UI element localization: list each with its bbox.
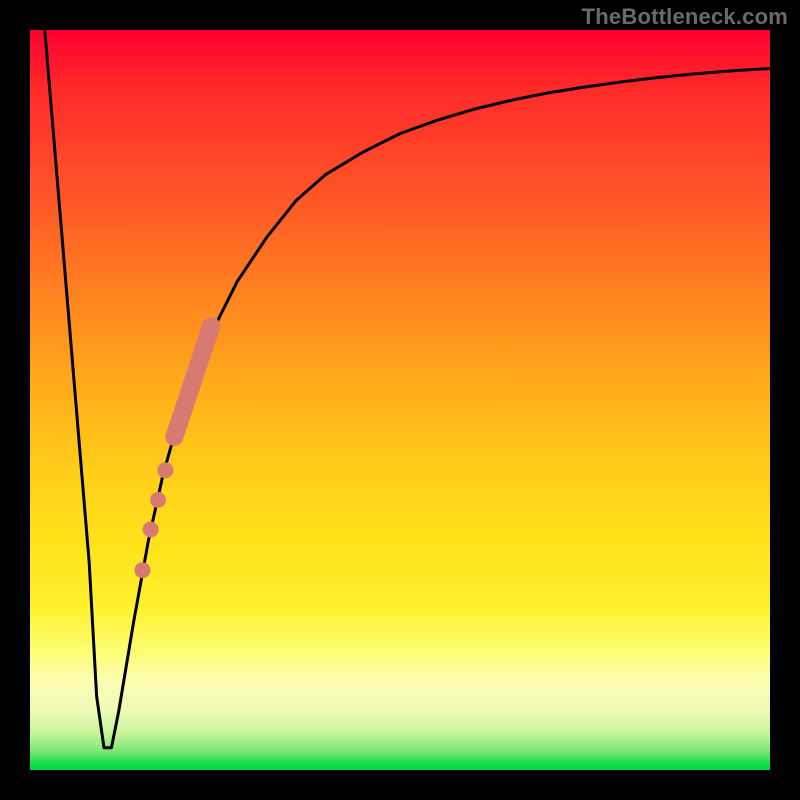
marker-dot-3 bbox=[143, 522, 159, 538]
chart-stage: TheBottleneck.com bbox=[0, 0, 800, 800]
marker-dot-1 bbox=[157, 462, 173, 478]
marker-dot-4 bbox=[135, 562, 151, 578]
watermark-text: TheBottleneck.com bbox=[582, 4, 788, 30]
marker-dot-2 bbox=[150, 492, 166, 508]
plot-area bbox=[30, 30, 770, 770]
curve-layer bbox=[30, 30, 770, 770]
bottleneck-curve-path bbox=[45, 30, 770, 748]
marker-segment bbox=[174, 326, 211, 437]
